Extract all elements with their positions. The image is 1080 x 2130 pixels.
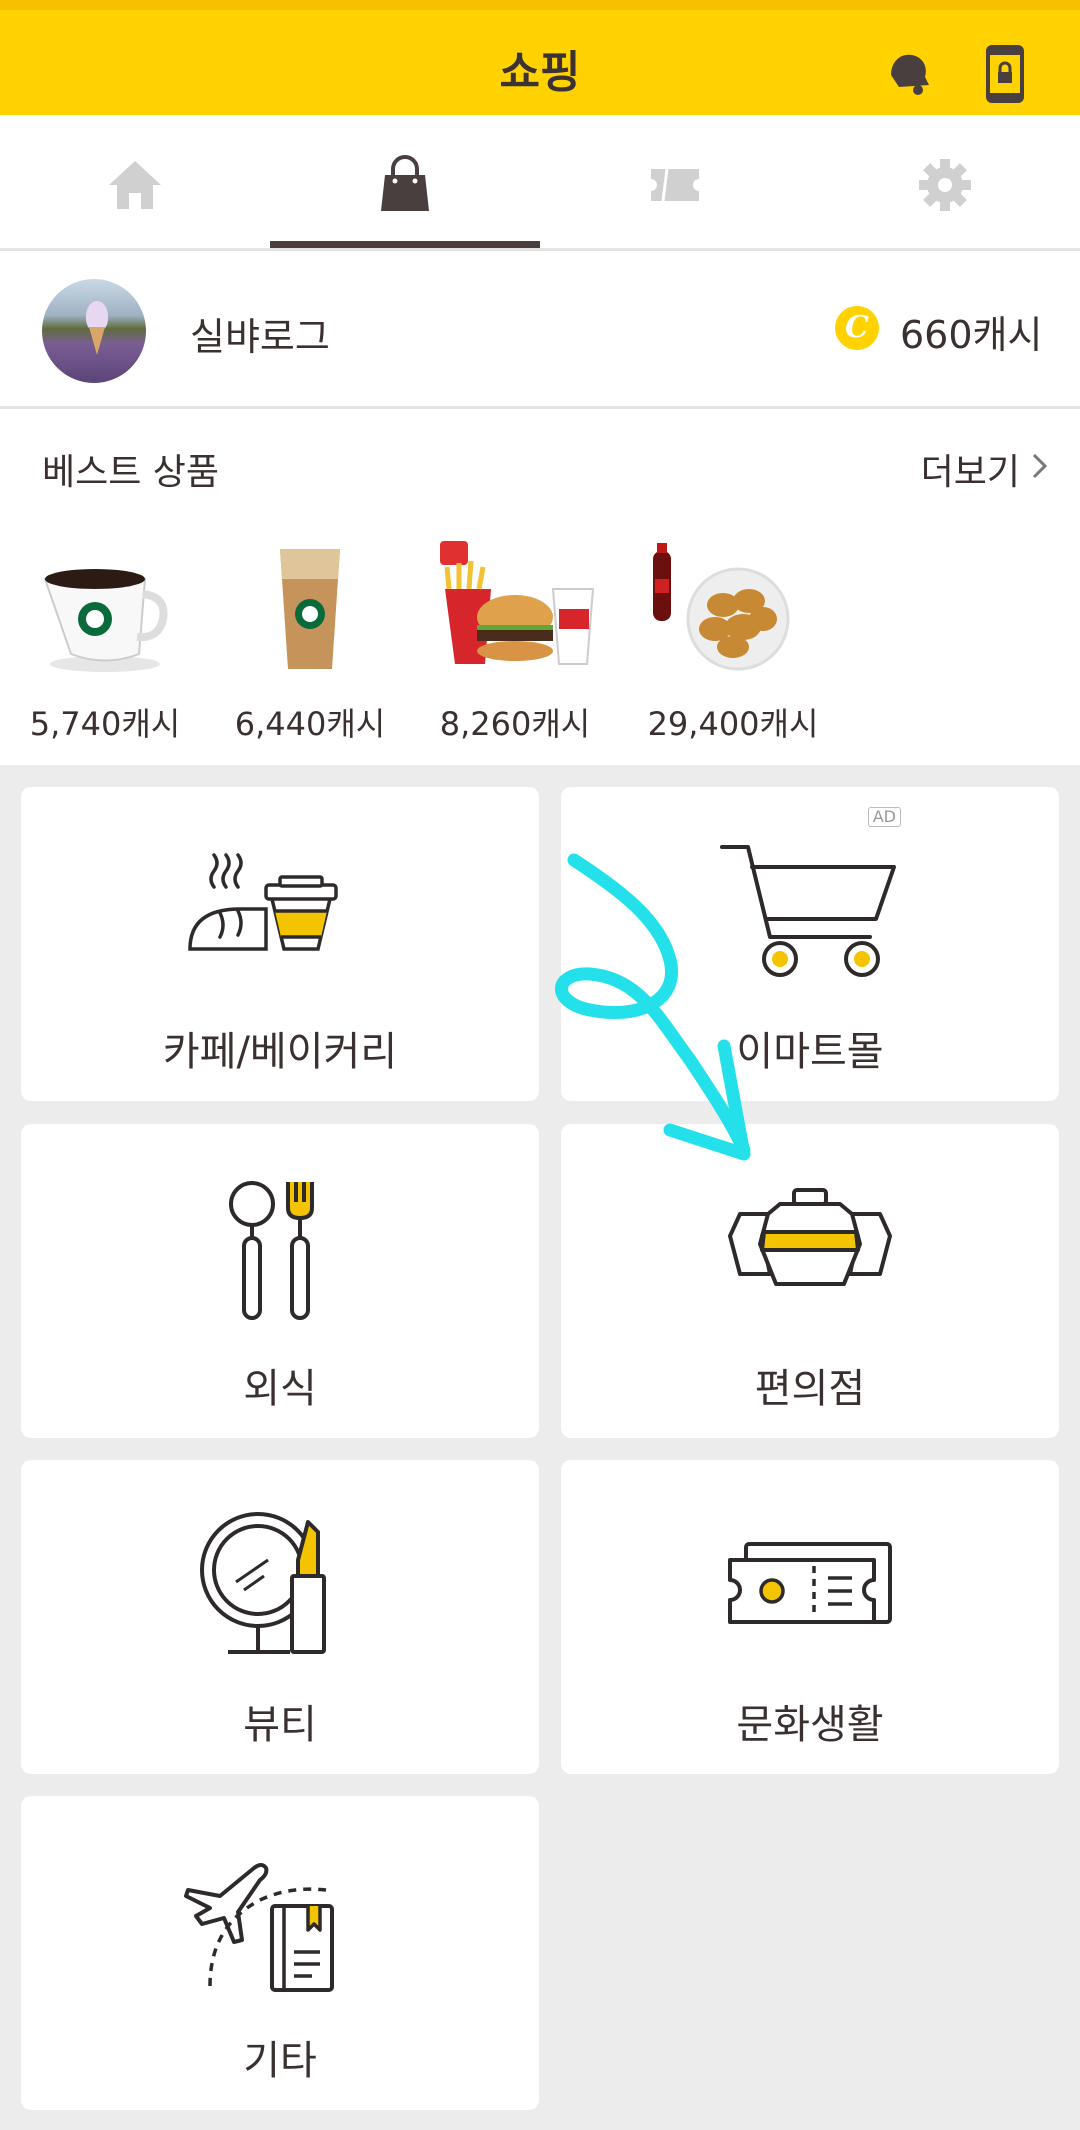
bell-icon[interactable]	[885, 47, 935, 97]
phone-lock-icon[interactable]	[985, 44, 1025, 104]
product-price: 8,260캐시	[439, 705, 591, 743]
category-label: 뷰티	[243, 1702, 317, 1748]
tab-shopping[interactable]	[270, 115, 540, 248]
ticket-icon	[651, 168, 699, 202]
product-item[interactable]: 29,400캐시	[643, 539, 823, 759]
category-dining[interactable]: 외식	[21, 1124, 539, 1438]
more-link[interactable]: 더보기	[921, 443, 1020, 495]
best-products-title: 베스트 상품	[42, 452, 220, 493]
culture-ticket-icon	[728, 1542, 892, 1624]
category-culture[interactable]: 문화생활	[561, 1460, 1059, 1774]
shopping-bag-icon	[381, 155, 429, 211]
shopping-cart-icon	[720, 845, 896, 977]
app-header: 쇼핑	[0, 0, 1080, 115]
tab-bar	[0, 115, 1080, 251]
beauty-mirror-icon	[200, 1512, 326, 1654]
product-price: 5,740캐시	[29, 705, 181, 743]
category-beauty[interactable]: 뷰티	[21, 1460, 539, 1774]
ad-badge: AD	[867, 807, 901, 827]
chevron-right-icon[interactable]	[1030, 451, 1050, 481]
category-label: 외식	[243, 1366, 317, 1412]
iced-latte-image	[280, 549, 340, 669]
dining-icon	[229, 1181, 314, 1320]
category-label: 기타	[243, 2038, 317, 2084]
gear-icon	[919, 159, 971, 211]
product-price: 6,440캐시	[234, 705, 386, 743]
category-etc[interactable]: 기타	[21, 1796, 539, 2110]
chicken-cola-image	[653, 543, 790, 671]
product-price: 29,400캐시	[647, 705, 819, 743]
category-label: 편의점	[754, 1366, 866, 1412]
travel-etc-icon	[184, 1863, 334, 1992]
burger-set-image	[440, 541, 595, 665]
product-item[interactable]: 8,260캐시	[425, 539, 605, 759]
home-icon	[109, 161, 161, 209]
avatar	[42, 279, 146, 383]
cash-balance: 660캐시	[900, 313, 1043, 357]
active-tab-indicator	[270, 241, 540, 248]
best-products-section: 베스트 상품 더보기 5,740캐시 6,440캐시 8,260캐시 29,40…	[0, 409, 1080, 765]
product-item[interactable]: 5,740캐시	[15, 539, 195, 759]
category-emart-mall[interactable]: AD 이마트몰	[561, 787, 1059, 1101]
user-name: 실뱌로그	[190, 315, 330, 359]
cafe-bakery-icon	[188, 853, 338, 951]
product-item[interactable]: 6,440캐시	[220, 539, 400, 759]
tab-settings[interactable]	[810, 115, 1080, 248]
category-convenience-store[interactable]: 편의점	[561, 1124, 1059, 1438]
cash-coin-icon: C	[835, 306, 879, 350]
tab-home[interactable]	[0, 115, 270, 248]
tab-coupon[interactable]	[540, 115, 810, 248]
convenience-store-icon	[728, 1188, 892, 1286]
category-label: 카페/베이커리	[162, 1029, 398, 1075]
profile-row[interactable]: 실뱌로그 C 660캐시	[0, 251, 1080, 409]
hot-coffee-image	[43, 569, 168, 672]
category-label: 이마트몰	[736, 1029, 884, 1075]
category-cafe-bakery[interactable]: 카페/베이커리	[21, 787, 539, 1101]
category-label: 문화생활	[736, 1702, 884, 1748]
